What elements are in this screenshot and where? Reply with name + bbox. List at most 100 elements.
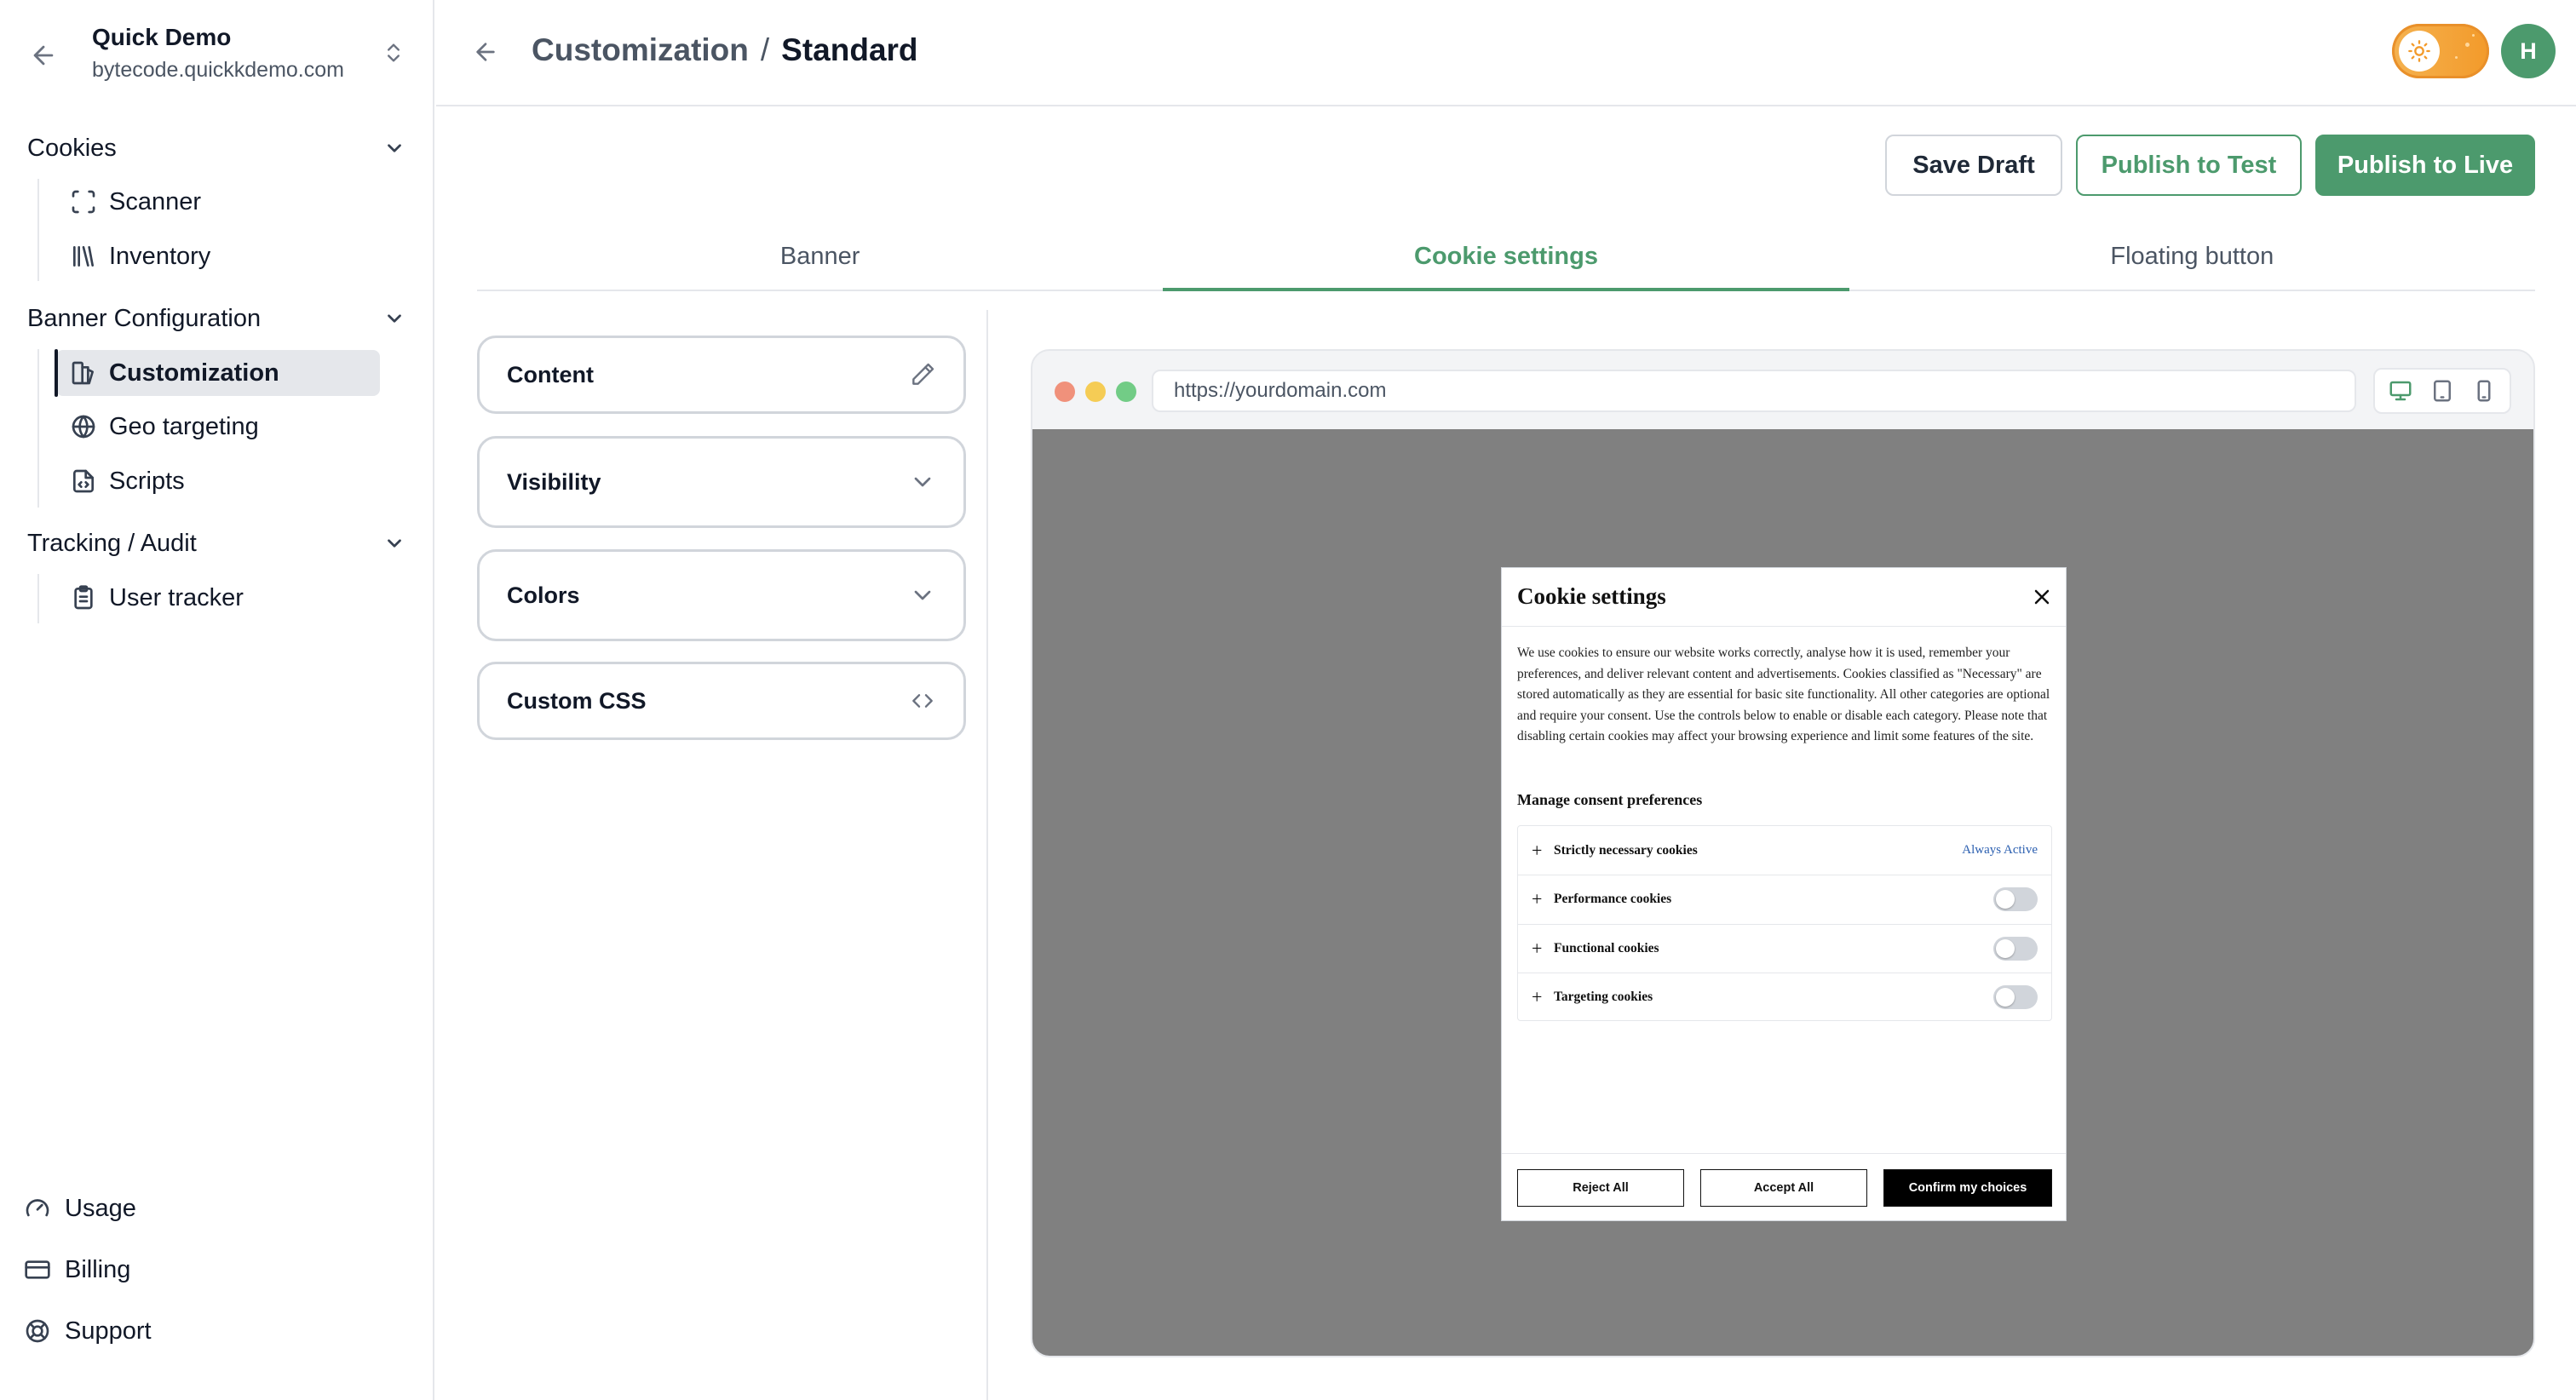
code-icon (912, 694, 933, 708)
workspace-domain: bytecode.quickkdemo.com (92, 58, 344, 82)
window-minimize-dot (1085, 382, 1106, 402)
sidebar-item-usage[interactable]: Usage (24, 1188, 136, 1229)
content-section[interactable]: Content (477, 336, 966, 414)
plus-icon: + (1532, 888, 1543, 909)
sidebar-item-support[interactable]: Support (24, 1311, 152, 1351)
sidebar-item-user-tracker[interactable]: User tracker (56, 575, 380, 621)
section-label: Custom CSS (507, 687, 647, 714)
breadcrumb-parent[interactable]: Customization (532, 32, 749, 68)
sidebar-item-label: Customization (109, 359, 279, 387)
nav-section-label: Cookies (27, 134, 117, 162)
mobile-icon[interactable] (2471, 378, 2497, 404)
save-draft-button[interactable]: Save Draft (1885, 135, 2062, 196)
star-decoration (2455, 56, 2458, 59)
chevron-down-icon (388, 539, 401, 548)
chevron-down-icon (388, 144, 401, 152)
category-label: Performance cookies (1554, 892, 1672, 906)
category-row-performance[interactable]: + Performance cookies (1518, 875, 2051, 923)
chevron-down-icon (388, 314, 401, 323)
device-switcher (2373, 368, 2511, 414)
sidebar-item-label: Scanner (109, 187, 202, 215)
nav-section-label: Banner Configuration (27, 304, 262, 332)
consent-category-list: + Strictly necessary cookies Always Acti… (1517, 825, 2052, 1021)
accept-all-button[interactable]: Accept All (1700, 1169, 1867, 1207)
category-row-functional[interactable]: + Functional cookies (1518, 924, 2051, 973)
arrow-left-icon[interactable] (29, 41, 58, 70)
sidebar-item-label: Scripts (109, 467, 185, 495)
modal-title: Cookie settings (1517, 583, 1666, 609)
scan-icon (72, 190, 95, 214)
modal-subtitle: Manage consent preferences (1517, 791, 1703, 808)
page-header: Customization / Standard H (436, 0, 2576, 106)
chevrons-up-down-icon[interactable] (382, 37, 405, 68)
tab-bar: Banner Cookie settings Floating button (477, 223, 2535, 291)
arrow-left-icon[interactable] (472, 37, 499, 66)
functional-toggle[interactable] (1993, 937, 2038, 961)
desktop-icon[interactable] (2388, 378, 2413, 404)
nav-section-cookies[interactable]: Cookies (27, 128, 405, 169)
nav-guide-line (37, 349, 39, 508)
gauge-icon (26, 1199, 49, 1217)
performance-toggle[interactable] (1993, 887, 2038, 911)
publish-to-test-button[interactable]: Publish to Test (2076, 135, 2302, 196)
close-icon[interactable] (2032, 587, 2052, 607)
credit-card-icon (25, 1260, 50, 1279)
sidebar-item-customization[interactable]: Customization (56, 350, 380, 396)
plus-icon: + (1532, 986, 1543, 1007)
workspace-name: Quick Demo (92, 24, 232, 50)
targeting-toggle[interactable] (1993, 985, 2038, 1009)
category-row-necessary[interactable]: + Strictly necessary cookies Always Acti… (1518, 826, 2051, 875)
library-icon (73, 246, 94, 267)
sidebar-item-inventory[interactable]: Inventory (56, 233, 380, 279)
browser-toolbar: https://yourdomain.com (1032, 351, 2533, 429)
window-maximize-dot (1116, 382, 1136, 402)
sidebar-item-label: Billing (65, 1255, 131, 1283)
chevron-down-icon (914, 477, 931, 487)
panel-divider (986, 310, 988, 1400)
sidebar-item-scripts[interactable]: Scripts (56, 458, 380, 504)
life-buoy-icon (26, 1319, 49, 1343)
sidebar-item-label: User tracker (109, 583, 244, 611)
sidebar-item-label: Geo targeting (109, 412, 259, 440)
tab-floating-button[interactable]: Floating button (1849, 223, 2535, 290)
custom-css-section[interactable]: Custom CSS (477, 662, 966, 740)
page-title: Standard (781, 32, 918, 67)
nav-guide-line (37, 574, 39, 623)
theme-toggle[interactable] (2392, 24, 2489, 78)
category-label: Functional cookies (1554, 941, 1659, 955)
tab-banner[interactable]: Banner (477, 223, 1163, 290)
visibility-section[interactable]: Visibility (477, 436, 966, 528)
sidebar-item-scanner[interactable]: Scanner (56, 179, 380, 225)
chevron-down-icon (914, 590, 931, 600)
category-label: Strictly necessary cookies (1554, 842, 1698, 858)
nav-section-banner-configuration[interactable]: Banner Configuration (27, 298, 405, 339)
sidebar-item-billing[interactable]: Billing (24, 1249, 130, 1290)
confirm-choices-button[interactable]: Confirm my choices (1883, 1169, 2052, 1207)
plus-icon: + (1532, 839, 1543, 861)
window-close-dot (1055, 382, 1075, 402)
palette-icon (72, 361, 94, 385)
always-active-label: Always Active (1962, 843, 2038, 857)
browser-preview: https://yourdomain.com Cookie settings W… (1031, 349, 2535, 1357)
category-row-targeting[interactable]: + Targeting cookies (1518, 973, 2051, 1021)
workspace-switcher[interactable]: Quick Demo bytecode.quickkdemo.com (0, 0, 434, 106)
colors-section[interactable]: Colors (477, 549, 966, 641)
avatar[interactable]: H (2501, 24, 2556, 78)
pencil-icon[interactable] (909, 361, 936, 388)
nav-section-label: Tracking / Audit (27, 529, 197, 557)
plus-icon: + (1532, 938, 1543, 959)
category-label: Targeting cookies (1554, 990, 1653, 1004)
nav-guide-line (37, 179, 39, 281)
reject-all-button[interactable]: Reject All (1517, 1169, 1684, 1207)
star-decoration (2472, 34, 2475, 37)
nav-section-tracking-audit[interactable]: Tracking / Audit (27, 523, 405, 564)
modal-divider (1502, 626, 2066, 627)
tab-cookie-settings[interactable]: Cookie settings (1163, 223, 1849, 291)
sidebar-item-geo-targeting[interactable]: Geo targeting (56, 404, 380, 450)
section-label: Content (507, 361, 594, 387)
file-code-icon (73, 469, 94, 493)
active-indicator (55, 349, 58, 397)
tablet-icon[interactable] (2429, 378, 2455, 404)
url-bar[interactable]: https://yourdomain.com (1152, 370, 2356, 412)
publish-to-live-button[interactable]: Publish to Live (2315, 135, 2535, 196)
